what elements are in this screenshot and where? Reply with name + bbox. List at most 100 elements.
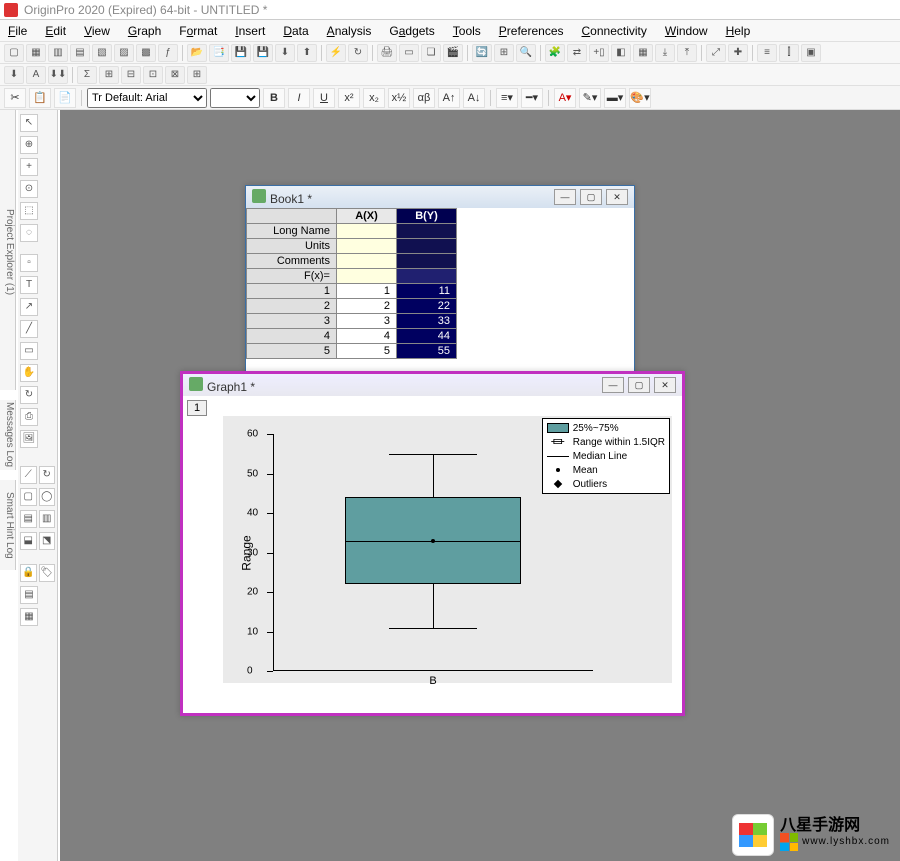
fx-label[interactable]: F(x)= — [247, 269, 337, 284]
cell-b2[interactable]: 22 — [397, 299, 457, 314]
add-axis-button[interactable]: ✚ — [728, 44, 748, 62]
new-matrix-button[interactable]: ▤ — [70, 44, 90, 62]
maximize-button[interactable]: ▢ — [628, 377, 650, 393]
menu-file[interactable]: File — [8, 24, 27, 38]
bold-button[interactable]: B — [263, 88, 285, 108]
merge-button[interactable]: ⤒ — [677, 44, 697, 62]
new-layout-button[interactable]: ▨ — [114, 44, 134, 62]
new-project-button[interactable]: ▢ — [4, 44, 24, 62]
extract-button[interactable]: ⤓ — [655, 44, 675, 62]
tool-ico[interactable]: ⬓ — [20, 532, 37, 550]
print-button[interactable]: 🖨 — [377, 44, 397, 62]
new-excel-button[interactable]: ▧ — [92, 44, 112, 62]
subscript-button[interactable]: x₂ — [363, 88, 385, 108]
copy-button[interactable]: 📋 — [29, 88, 51, 108]
transfer-button[interactable]: ⇄ — [567, 44, 587, 62]
cell[interactable] — [397, 269, 457, 284]
cell[interactable] — [337, 254, 397, 269]
cell[interactable] — [397, 224, 457, 239]
recalc-button[interactable]: ↻ — [348, 44, 368, 62]
menu-graph[interactable]: Graph — [128, 24, 161, 38]
menu-format[interactable]: Format — [179, 24, 217, 38]
menu-insert[interactable]: Insert — [235, 24, 265, 38]
close-button[interactable]: ✕ — [606, 189, 628, 205]
batch-button[interactable]: ⚡ — [326, 44, 346, 62]
row-5-label[interactable]: 5 — [247, 344, 337, 359]
increase-font-button[interactable]: A↑ — [438, 88, 460, 108]
code-builder-button[interactable]: 🧩 — [545, 44, 565, 62]
decrease-font-button[interactable]: A↓ — [463, 88, 485, 108]
mask-tool[interactable]: ◌ — [20, 224, 38, 242]
layer-button[interactable]: ◧ — [611, 44, 631, 62]
tool-ico[interactable]: ▦ — [20, 608, 38, 626]
refresh-button[interactable]: 🔄 — [472, 44, 492, 62]
save-button[interactable]: 💾 — [231, 44, 251, 62]
insert-graph-tool[interactable]: ⎙ — [20, 408, 38, 426]
graph1-titlebar[interactable]: Graph1 * — ▢ ✕ — [183, 374, 682, 396]
page-tab-1[interactable]: 1 — [187, 400, 207, 416]
graph1-window[interactable]: Graph1 * — ▢ ✕ 1 Range 0102030405060 B — [180, 371, 685, 716]
font-select[interactable]: Tr Default: Arial — [87, 88, 207, 108]
draw-tool[interactable]: ▫ — [20, 254, 38, 272]
tool-ico[interactable]: ▥ — [39, 510, 56, 528]
cell-b5[interactable]: 55 — [397, 344, 457, 359]
menu-edit[interactable]: Edit — [45, 24, 66, 38]
italic-button[interactable]: I — [288, 88, 310, 108]
row-2-label[interactable]: 2 — [247, 299, 337, 314]
graph-body[interactable]: 1 Range 0102030405060 B 25%~75% ⏛Range w… — [183, 396, 682, 713]
rect-tool[interactable]: ▭ — [20, 342, 38, 360]
cut-button[interactable]: ✂ — [4, 88, 26, 108]
import-button[interactable]: ⬇ — [275, 44, 295, 62]
new-graph-button[interactable]: ▥ — [48, 44, 68, 62]
pointer-tool[interactable]: ↖ — [20, 114, 38, 132]
cell-a4[interactable]: 4 — [337, 329, 397, 344]
new-notes-button[interactable]: ▩ — [136, 44, 156, 62]
corner-cell[interactable] — [247, 209, 337, 224]
reader-tool[interactable]: + — [20, 158, 38, 176]
close-button[interactable]: ✕ — [654, 377, 676, 393]
layer-mgmt-button[interactable]: ▦ — [633, 44, 653, 62]
cell-a3[interactable]: 3 — [337, 314, 397, 329]
cell-a5[interactable]: 5 — [337, 344, 397, 359]
line-color-button[interactable]: ✎▾ — [579, 88, 601, 108]
line-width-button[interactable]: ━▾ — [521, 88, 543, 108]
export-button[interactable]: ⬆ — [297, 44, 317, 62]
cell[interactable] — [337, 224, 397, 239]
menu-help[interactable]: Help — [726, 24, 751, 38]
underline-button[interactable]: U — [313, 88, 335, 108]
minimize-button[interactable]: — — [602, 377, 624, 393]
import-wizard-button[interactable]: ⬇ — [4, 66, 24, 84]
tb-button[interactable]: ⊟ — [121, 66, 141, 84]
minimize-button[interactable]: — — [554, 189, 576, 205]
arrow-tool[interactable]: ↗ — [20, 298, 38, 316]
cell[interactable] — [337, 239, 397, 254]
row-3-label[interactable]: 3 — [247, 314, 337, 329]
menu-tools[interactable]: Tools — [453, 24, 481, 38]
stats-button[interactable]: Σ — [77, 66, 97, 84]
book1-window[interactable]: Book1 * — ▢ ✕ A(X) B(Y) Long Name Units … — [245, 185, 635, 385]
tool-ico[interactable]: ▤ — [20, 510, 37, 528]
cell-b3[interactable]: 33 — [397, 314, 457, 329]
video-button[interactable]: 🎬 — [443, 44, 463, 62]
menu-view[interactable]: View — [84, 24, 110, 38]
anti-alias-button[interactable]: ⟋ — [20, 466, 37, 484]
region-tool[interactable]: ⬚ — [20, 202, 38, 220]
fill-color-button[interactable]: ▬▾ — [604, 88, 626, 108]
cell[interactable] — [397, 239, 457, 254]
font-color-button[interactable]: A▾ — [554, 88, 576, 108]
import-ascii-button[interactable]: A — [26, 66, 46, 84]
tb-button[interactable]: ⊡ — [143, 66, 163, 84]
cell-b1[interactable]: 11 — [397, 284, 457, 299]
units-label[interactable]: Units — [247, 239, 337, 254]
new-workbook-button[interactable]: ▦ — [26, 44, 46, 62]
screen-reader-tool[interactable]: ⊙ — [20, 180, 38, 198]
workspace[interactable]: Book1 * — ▢ ✕ A(X) B(Y) Long Name Units … — [60, 110, 900, 861]
maximize-button[interactable]: ▢ — [580, 189, 602, 205]
dup-layer-button[interactable]: ▣ — [801, 44, 821, 62]
insert-img-tool[interactable]: 🖼 — [20, 430, 38, 448]
greek-button[interactable]: αβ — [413, 88, 435, 108]
text-tool[interactable]: T — [20, 276, 38, 294]
project-explorer-tab[interactable]: Project Explorer (1) — [0, 110, 16, 390]
menu-preferences[interactable]: Preferences — [499, 24, 564, 38]
tb-button[interactable]: ⊠ — [165, 66, 185, 84]
